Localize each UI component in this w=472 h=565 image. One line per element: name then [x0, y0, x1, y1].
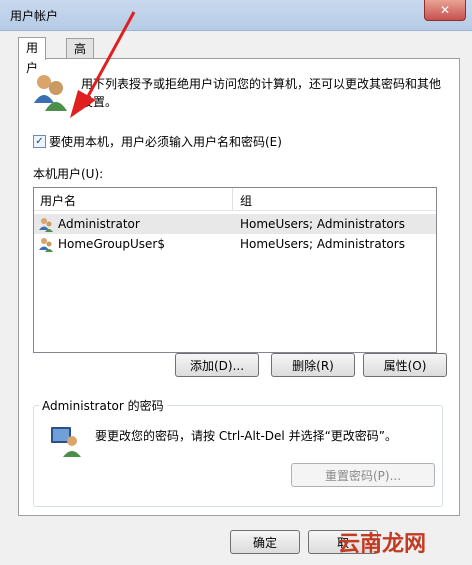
password-instructions: 要更改您的密码，请按 Ctrl-Alt-Del 并选择“更改密码”。: [95, 429, 398, 443]
ok-button[interactable]: 确定: [230, 530, 300, 554]
users-list[interactable]: 用户名 组 Administrator HomeUsers; Administr…: [33, 187, 437, 353]
password-group-box: [33, 405, 443, 507]
add-user-button[interactable]: 添加(D)...: [175, 353, 259, 377]
tab-advanced[interactable]: 高级: [66, 38, 95, 76]
list-header: 用户名 组: [34, 188, 436, 211]
reset-password-button[interactable]: 重置密码(P)...: [291, 463, 435, 487]
user-name: Administrator: [58, 217, 140, 231]
user-name: HomeGroupUser$: [58, 237, 165, 251]
require-login-checkbox[interactable]: ✓: [33, 135, 46, 148]
close-button[interactable]: ✕: [424, 0, 466, 21]
remove-user-button[interactable]: 删除(R): [271, 353, 355, 377]
user-group: HomeUsers; Administrators: [240, 237, 405, 251]
local-users-label: 本机用户(U):: [33, 167, 104, 181]
column-header-group[interactable]: 组: [240, 192, 252, 209]
title-bar: 用户帐户 ✕: [0, 0, 472, 31]
properties-button[interactable]: 属性(O): [363, 353, 447, 377]
users-panel: 用下列表授予或拒绝用户访问您的计算机，还可以更改其密码和其他设置。 ✓ 要使用本…: [18, 58, 460, 516]
table-row[interactable]: HomeGroupUser$ HomeUsers; Administrators: [34, 234, 436, 254]
password-group-title: Administrator 的密码: [39, 397, 167, 414]
description-text: 用下列表授予或拒绝用户访问您的计算机，还可以更改其密码和其他设置。: [81, 77, 442, 109]
require-login-label[interactable]: 要使用本机，用户必须输入用户名和密码(E): [49, 133, 282, 150]
watermark-logo: 云南龙网: [338, 532, 427, 557]
column-header-username[interactable]: 用户名: [40, 192, 76, 209]
user-password-icon: [51, 427, 81, 457]
user-icon: [39, 238, 53, 252]
table-row[interactable]: Administrator HomeUsers; Administrators: [34, 214, 436, 234]
column-separator[interactable]: [232, 188, 233, 210]
user-icon: [39, 218, 53, 232]
window-title: 用户帐户: [10, 9, 59, 23]
tab-users[interactable]: 用户: [18, 37, 47, 75]
user-group: HomeUsers; Administrators: [240, 217, 405, 231]
